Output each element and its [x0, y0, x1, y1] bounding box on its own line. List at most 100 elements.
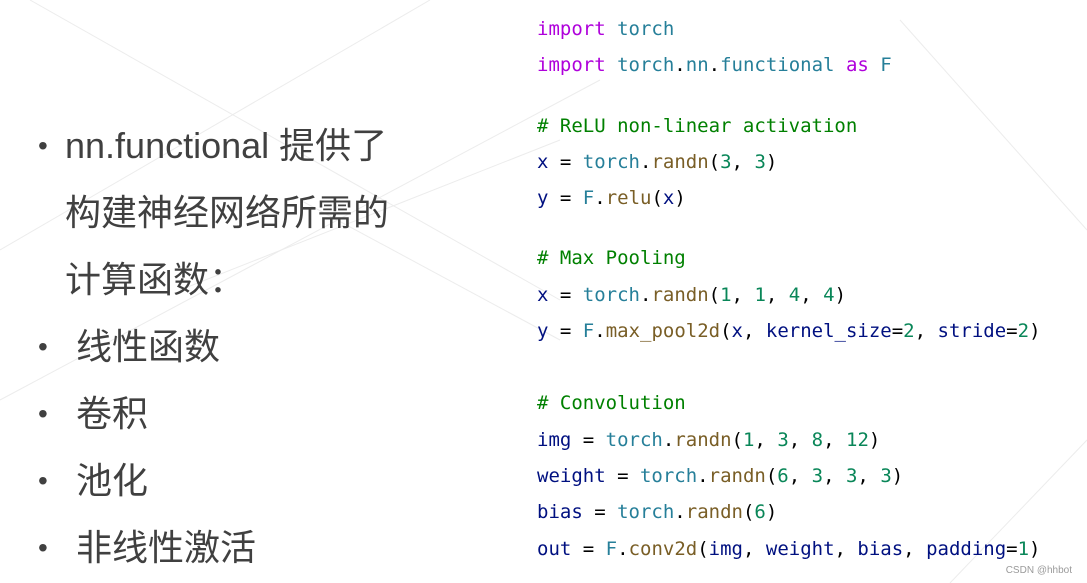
code-token: =: [548, 187, 583, 210]
code-token: =: [548, 320, 583, 343]
code-token: x: [537, 283, 549, 306]
code-token: y: [537, 187, 549, 210]
code-token: .: [594, 187, 606, 210]
code-token: torch: [605, 428, 663, 451]
code-token: ,: [742, 537, 766, 560]
code-token: bias: [537, 501, 583, 524]
bullet-text: 非线性激活: [76, 527, 257, 568]
code-token: .: [639, 150, 652, 173]
code-token: # Convolution: [537, 392, 686, 415]
bullet-continuation: 计算函数：: [65, 259, 246, 300]
code-token: 3: [880, 464, 892, 487]
code-token: torch: [582, 150, 640, 173]
code-token: ,: [823, 428, 846, 451]
code-token: F: [582, 320, 595, 343]
code-token: ,: [765, 283, 789, 306]
bullet-continuation: 构建神经网络所需的: [65, 192, 390, 233]
code-token: y: [537, 320, 549, 343]
code-token: .: [617, 537, 629, 560]
code-token: torch: [582, 283, 640, 306]
code-token: ,: [731, 283, 755, 306]
code-token: =: [1006, 320, 1018, 343]
code-token: ,: [754, 428, 778, 451]
code-token: 3: [811, 464, 824, 487]
code-token: 1: [742, 428, 755, 451]
code-comment-line: # ReLU non-linear activation: [537, 108, 1041, 144]
code-token: randn: [651, 150, 709, 173]
bullet-icon: •: [38, 331, 48, 362]
code-token: ): [891, 464, 904, 487]
code-line: weight = torch.randn(6, 3, 3, 3): [537, 458, 1041, 494]
code-token: 3: [754, 150, 766, 173]
code-token: x: [537, 150, 549, 173]
code-token: torch: [617, 54, 675, 77]
code-token: 2: [903, 320, 915, 343]
code-token: 1: [754, 283, 766, 306]
code-token: 3: [845, 464, 858, 487]
bullet-text: 卷积: [76, 393, 149, 434]
code-token: relu: [605, 187, 652, 210]
code-token: =: [1006, 537, 1018, 560]
code-token: 3: [777, 428, 789, 451]
code-line: x = torch.randn(3, 3): [537, 144, 1041, 180]
bullet-item: • 非线性激活: [38, 514, 389, 581]
code-token: .: [674, 54, 686, 77]
code-token: =: [571, 537, 606, 560]
code-token: 12: [846, 428, 869, 451]
code-token: (: [765, 464, 778, 487]
code-token: # ReLU non-linear activation: [537, 114, 858, 137]
code-line: x = torch.randn(1, 1, 4, 4): [537, 277, 1041, 313]
code-token: 8: [811, 428, 824, 451]
code-line: import torch: [537, 11, 1041, 47]
code-token: =: [582, 501, 618, 524]
code-token: import: [537, 54, 606, 77]
code-token: import: [537, 18, 606, 40]
code-token: ): [765, 150, 778, 173]
code-token: ): [868, 428, 881, 451]
code-line: bias = torch.randn(6): [537, 494, 1041, 530]
code-token: functional: [720, 54, 835, 77]
code-token: (: [651, 187, 663, 210]
code-token: .: [662, 428, 675, 451]
code-token: =: [548, 150, 583, 173]
bullet-text: 池化: [76, 460, 149, 501]
bullet-text: 线性函数: [76, 326, 221, 367]
code-token: 4: [788, 283, 801, 306]
code-token: nn: [685, 54, 709, 77]
code-token: torch: [639, 464, 698, 487]
bullet-icon: •: [38, 130, 48, 161]
code-line: img = torch.randn(1, 3, 8, 12): [537, 422, 1041, 458]
code-token: (: [731, 428, 743, 451]
code-token: .: [594, 320, 606, 343]
code-token: ): [674, 187, 686, 210]
code-token: ): [1029, 320, 1041, 343]
code-token: # Max Pooling: [537, 247, 686, 270]
code-token: randn: [685, 501, 743, 524]
watermark: CSDN @hhbot: [1005, 565, 1072, 576]
code-token: .: [639, 283, 652, 306]
code-token: as: [845, 54, 869, 77]
bullet-list: • nn.functional 提供了 构建神经网络所需的 计算函数： • 线性…: [38, 112, 389, 581]
code-token: ,: [834, 537, 858, 560]
code-token: =: [571, 428, 606, 451]
code-token: kernel_size: [765, 320, 892, 343]
code-token: weight: [537, 464, 606, 487]
code-comment-line: # Max Pooling: [537, 240, 1041, 276]
code-token: img: [537, 428, 572, 451]
code-token: ,: [788, 428, 812, 451]
bullet-item: • 池化: [38, 447, 389, 514]
code-token: 3: [720, 150, 732, 173]
code-token: ,: [857, 464, 881, 487]
code-token: 6: [754, 501, 766, 524]
code-token: .: [697, 464, 709, 487]
code-token: conv2d: [628, 537, 698, 560]
code-token: padding: [926, 537, 1007, 560]
code-token: randn: [708, 464, 766, 487]
code-token: stride: [937, 320, 1007, 343]
code-token: F: [605, 537, 618, 560]
code-line: import torch.nn.functional as F: [537, 47, 1041, 83]
code-token: 4: [823, 283, 835, 306]
